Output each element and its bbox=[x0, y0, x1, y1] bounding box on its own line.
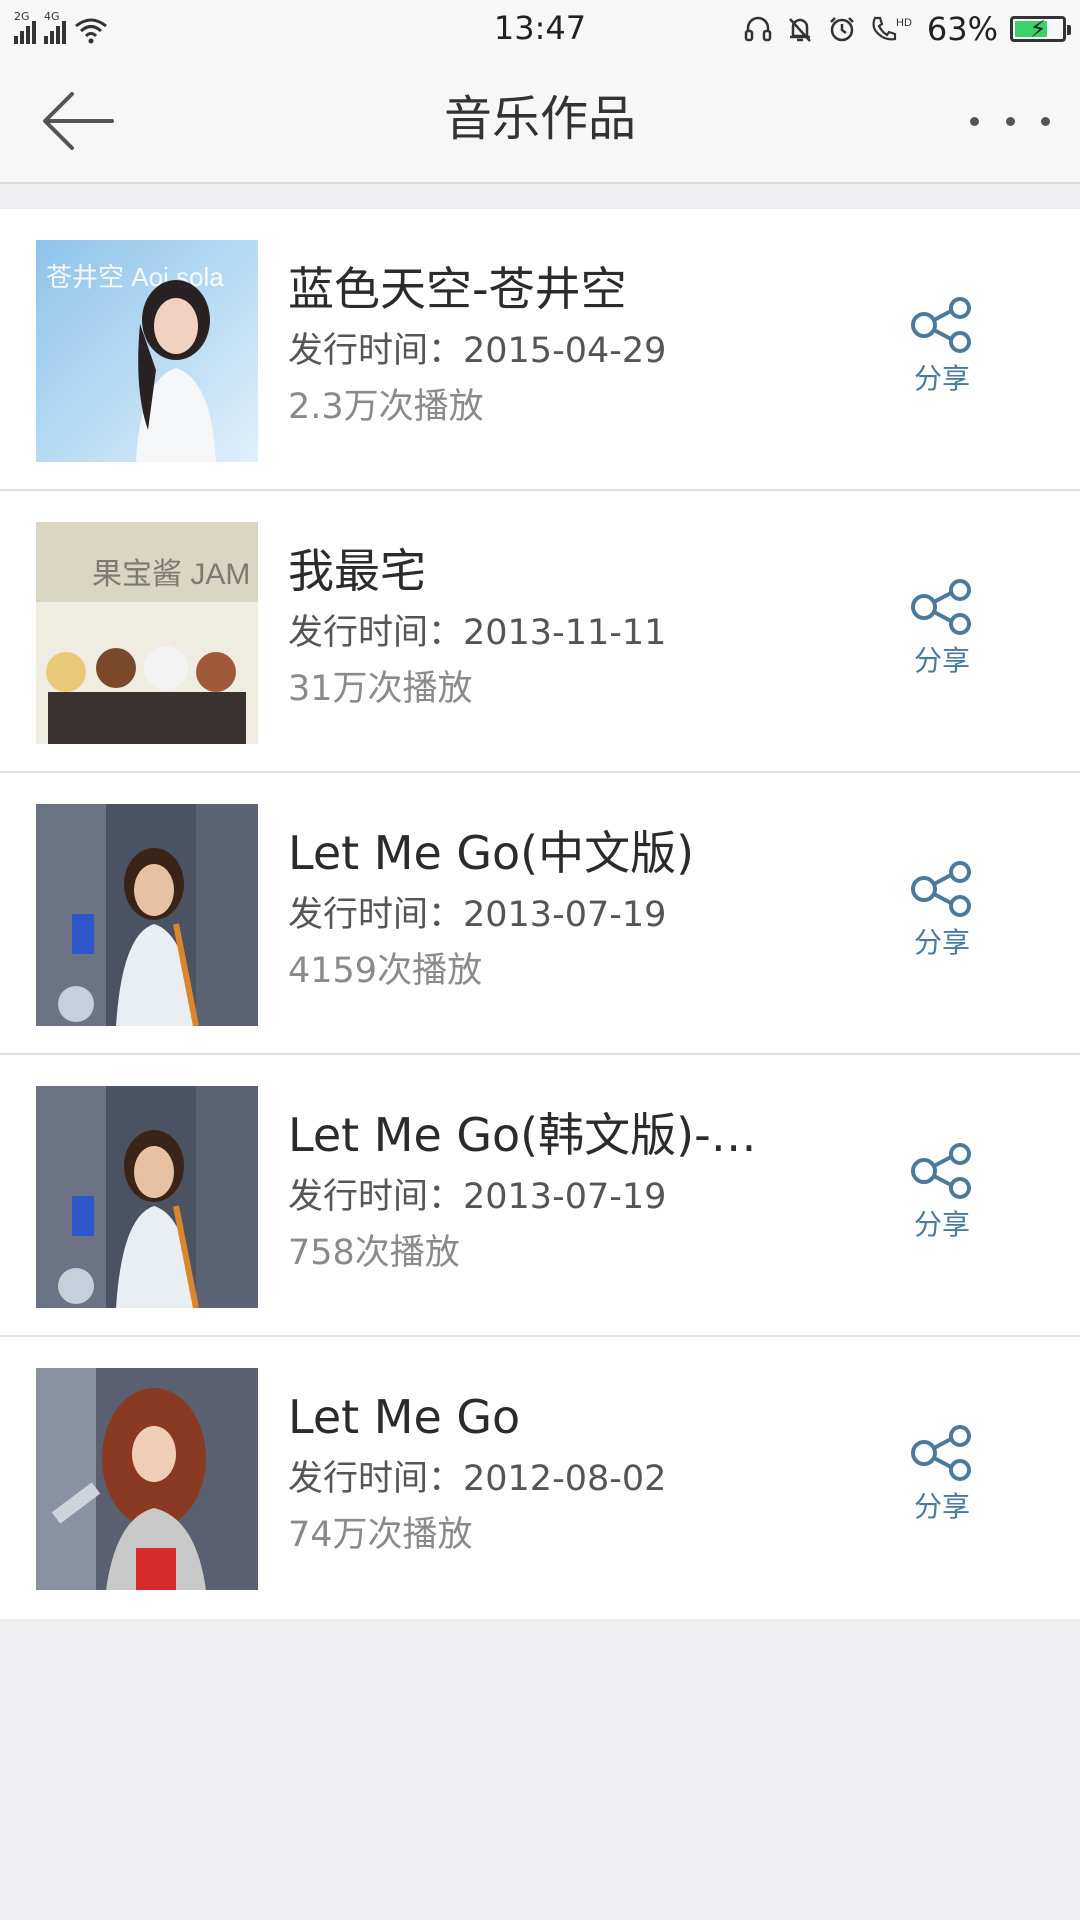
charging-bolt-icon: ⚡ bbox=[1029, 15, 1047, 43]
share-button[interactable]: 分享 bbox=[900, 297, 984, 407]
song-title: Let Me Go(韩文版)-苍... bbox=[288, 1108, 788, 1162]
share-button[interactable]: 分享 bbox=[900, 1143, 984, 1253]
release-date: 发行时间：2015-04-29 bbox=[288, 331, 667, 371]
share-button[interactable]: 分享 bbox=[900, 1425, 984, 1535]
more-dot bbox=[1041, 116, 1050, 126]
release-date: 发行时间：2013-11-11 bbox=[288, 613, 667, 653]
cover-text: 苍井空 Aoi sola bbox=[46, 262, 224, 292]
play-count: 31万次播放 bbox=[288, 669, 473, 709]
share-icon bbox=[911, 579, 971, 635]
bell-off-icon bbox=[788, 18, 811, 42]
hd-label: HD bbox=[896, 17, 912, 29]
share-icon bbox=[911, 1143, 971, 1199]
share-button[interactable]: 分享 bbox=[900, 579, 984, 689]
release-date: 发行时间：2012-08-02 bbox=[288, 1459, 667, 1499]
alarm-icon bbox=[829, 17, 854, 42]
share-label: 分享 bbox=[913, 644, 970, 677]
nav-bar: 音乐作品 bbox=[0, 58, 1080, 184]
more-dot bbox=[970, 116, 979, 126]
share-label: 分享 bbox=[913, 362, 970, 395]
battery-icon: ⚡ bbox=[1010, 15, 1071, 43]
release-date: 发行时间：2013-07-19 bbox=[288, 1177, 667, 1217]
share-label: 分享 bbox=[913, 1208, 970, 1241]
song-title: 蓝色天空-苍井空 bbox=[288, 262, 627, 316]
album-cover: 苍井空 Aoi sola bbox=[36, 240, 258, 462]
back-button[interactable] bbox=[38, 88, 118, 154]
song-title: Let Me Go bbox=[288, 1390, 521, 1444]
album-cover bbox=[36, 1086, 258, 1308]
arrow-left-icon bbox=[43, 92, 114, 150]
song-item[interactable]: Let Me Go(中文版) 发行时间：2013-07-19 4159次播放 分… bbox=[0, 773, 1080, 1055]
share-label: 分享 bbox=[913, 926, 970, 959]
song-item[interactable]: Let Me Go 发行时间：2012-08-02 74万次播放 分享 bbox=[0, 1337, 1080, 1619]
headset-icon bbox=[744, 16, 772, 42]
share-button[interactable]: 分享 bbox=[900, 861, 984, 971]
release-date: 发行时间：2013-07-19 bbox=[288, 895, 667, 935]
share-icon bbox=[911, 861, 971, 917]
more-button[interactable] bbox=[970, 98, 1050, 144]
song-title: Let Me Go(中文版) bbox=[288, 826, 695, 880]
album-cover bbox=[36, 1368, 258, 1590]
song-item[interactable]: 果宝酱 JAM 我最宅 发行时间：2013-11-11 31万次播放 分享 bbox=[0, 491, 1080, 773]
play-count: 2.3万次播放 bbox=[288, 387, 484, 427]
play-count: 758次播放 bbox=[288, 1233, 460, 1273]
song-list: 苍井空 Aoi sola 蓝色天空-苍井空 发行时间：2015-04-29 2.… bbox=[0, 209, 1080, 1619]
share-icon bbox=[911, 297, 971, 353]
album-cover bbox=[36, 804, 258, 1026]
share-icon bbox=[911, 1425, 971, 1481]
play-count: 74万次播放 bbox=[288, 1515, 473, 1555]
album-cover: 果宝酱 JAM bbox=[36, 522, 258, 744]
cover-text: 果宝酱 JAM bbox=[92, 558, 250, 591]
page-title: 音乐作品 bbox=[443, 91, 636, 147]
song-title: 我最宅 bbox=[288, 544, 426, 598]
song-item[interactable]: 苍井空 Aoi sola 蓝色天空-苍井空 发行时间：2015-04-29 2.… bbox=[0, 209, 1080, 491]
battery-percent: 63% bbox=[926, 10, 998, 48]
status-icons: HD 63% ⚡ bbox=[743, 10, 1071, 48]
play-count: 4159次播放 bbox=[288, 951, 483, 991]
more-dot bbox=[1005, 116, 1015, 126]
share-label: 分享 bbox=[913, 1490, 970, 1523]
hd-call-icon: HD bbox=[872, 16, 912, 41]
status-bar: 2G 4G 13:47 HD 63% ⚡ bbox=[0, 0, 1080, 58]
song-item[interactable]: Let Me Go(韩文版)-苍... 发行时间：2013-07-19 758次… bbox=[0, 1055, 1080, 1337]
